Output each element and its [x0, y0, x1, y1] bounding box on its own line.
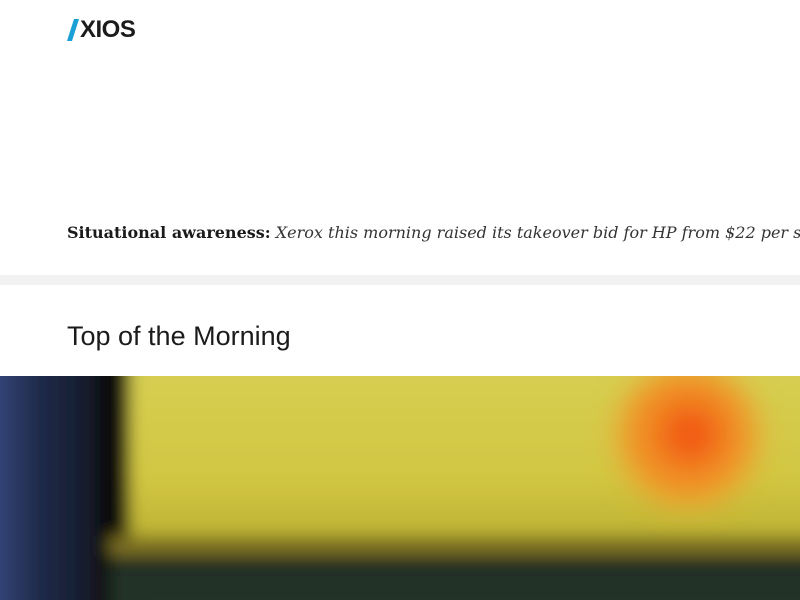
situational-label: Situational awareness:	[67, 223, 271, 242]
hero-image	[0, 376, 800, 600]
axios-logo-icon	[67, 19, 79, 41]
section-title: Top of the Morning	[67, 321, 291, 351]
situational-awareness: Situational awareness: Xerox this mornin…	[67, 222, 800, 244]
section-divider	[0, 275, 800, 285]
situational-text: Xerox this morning raised its takeover b…	[275, 223, 800, 242]
axios-logo[interactable]: XIOS	[67, 16, 136, 43]
axios-logo-text: XIOS	[80, 16, 136, 43]
